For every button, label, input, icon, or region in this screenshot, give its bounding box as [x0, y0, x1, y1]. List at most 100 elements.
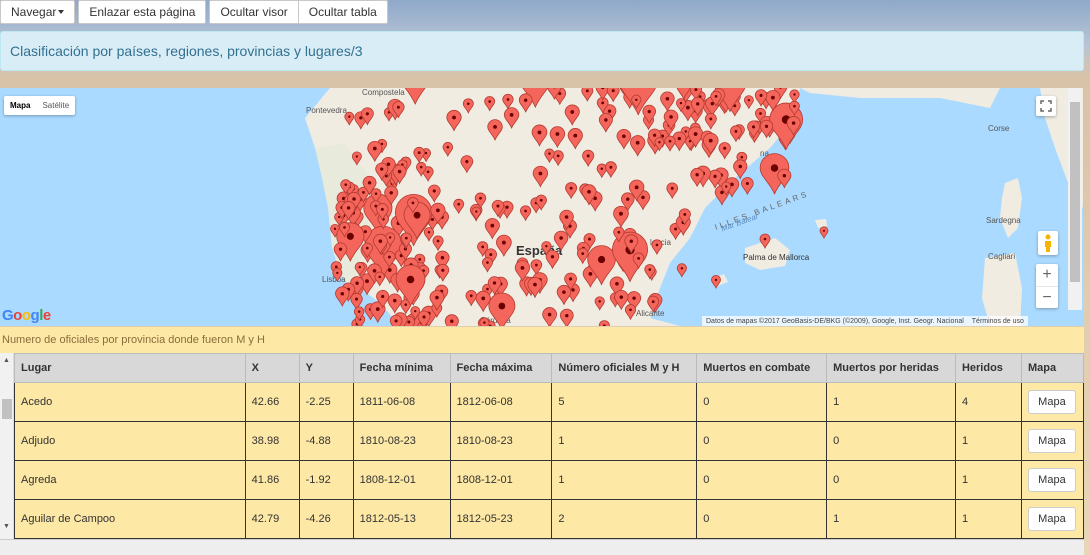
- map-marker-icon[interactable]: [743, 95, 754, 110]
- map-marker-icon[interactable]: [819, 226, 829, 239]
- map-marker-icon[interactable]: [542, 307, 557, 326]
- map-marker-icon[interactable]: [475, 290, 491, 313]
- table-scrollbar[interactable]: ▲ ▼: [0, 353, 14, 539]
- terms-link[interactable]: Términos de uso: [972, 318, 1024, 325]
- map-marker-icon[interactable]: [465, 290, 477, 307]
- map-marker-icon[interactable]: [460, 155, 474, 174]
- map-marker-icon[interactable]: [367, 141, 383, 163]
- map-marker-icon[interactable]: [666, 182, 679, 200]
- map-marker-icon[interactable]: [436, 263, 450, 282]
- map-marker-icon[interactable]: [374, 271, 385, 287]
- map-type-mapa[interactable]: Mapa: [4, 96, 36, 115]
- column-header[interactable]: Mapa: [1020, 353, 1084, 383]
- map-marker-icon[interactable]: [442, 141, 454, 157]
- mapa-button[interactable]: Mapa: [1027, 507, 1076, 531]
- map-marker-icon[interactable]: [759, 233, 771, 249]
- map-marker-icon[interactable]: [582, 149, 595, 168]
- map-marker-icon[interactable]: [444, 314, 459, 326]
- map-marker-icon[interactable]: [564, 104, 580, 126]
- map-marker-icon[interactable]: [344, 111, 355, 126]
- scroll-down-icon[interactable]: ▼: [3, 523, 10, 530]
- table-scrollbar-thumb[interactable]: [2, 399, 12, 419]
- map-marker-icon[interactable]: [598, 320, 610, 326]
- map-viewer[interactable]: Mapa Satélite Pontevedra Compostela Cors…: [0, 88, 1083, 326]
- map-marker-icon[interactable]: [387, 293, 402, 314]
- map-scrollbar[interactable]: [1068, 88, 1082, 310]
- map-marker-icon[interactable]: [567, 128, 583, 150]
- zoom-out-button[interactable]: −: [1036, 286, 1058, 308]
- column-header[interactable]: Número oficiales M y H: [551, 353, 698, 383]
- map-type-satelite[interactable]: Satélite: [36, 96, 75, 115]
- map-marker-icon[interactable]: [532, 165, 549, 188]
- map-marker-icon[interactable]: [518, 93, 533, 113]
- map-marker-icon[interactable]: [332, 267, 343, 283]
- map-marker-icon[interactable]: [527, 277, 543, 299]
- map-marker-icon[interactable]: [432, 235, 444, 252]
- map-marker-icon[interactable]: [479, 317, 490, 326]
- map-marker-icon[interactable]: [660, 91, 675, 113]
- map-marker-icon[interactable]: [351, 151, 362, 166]
- mapa-button[interactable]: Mapa: [1027, 390, 1076, 414]
- column-header[interactable]: Y: [298, 353, 354, 383]
- map-marker-icon[interactable]: [446, 109, 462, 132]
- map-marker-icon[interactable]: [484, 96, 496, 112]
- map-marker-icon[interactable]: [664, 135, 676, 152]
- map-marker-icon[interactable]: [733, 159, 748, 180]
- map-marker-icon[interactable]: [531, 124, 548, 147]
- map-marker-icon[interactable]: [624, 304, 637, 321]
- map-marker-icon[interactable]: [496, 234, 512, 257]
- map-marker-icon[interactable]: [594, 296, 605, 311]
- mapa-button[interactable]: Mapa: [1027, 468, 1076, 492]
- map-marker-icon[interactable]: [704, 113, 717, 130]
- person-icon[interactable]: [1038, 231, 1058, 255]
- zoom-in-button[interactable]: +: [1042, 264, 1051, 286]
- column-header[interactable]: Heridos: [954, 353, 1022, 383]
- map-marker-icon[interactable]: [604, 161, 617, 179]
- column-header[interactable]: Fecha máxima: [449, 353, 553, 383]
- ocultar-visor-button[interactable]: Ocultar visor: [209, 0, 299, 24]
- map-marker-icon[interactable]: [544, 148, 555, 164]
- ocultar-tabla-button[interactable]: Ocultar tabla: [298, 0, 388, 24]
- map-marker-icon[interactable]: [741, 177, 754, 196]
- horizontal-scrollbar[interactable]: [0, 539, 1084, 555]
- map-marker-icon[interactable]: [545, 249, 560, 270]
- map-marker-icon[interactable]: [565, 182, 578, 200]
- column-header[interactable]: X: [244, 353, 300, 383]
- map-marker-icon[interactable]: [606, 88, 620, 103]
- column-header[interactable]: Muertos en combate: [696, 353, 828, 383]
- map-marker-icon[interactable]: [559, 308, 574, 326]
- scrollbar-thumb[interactable]: [1070, 102, 1080, 282]
- map-marker-icon[interactable]: [389, 314, 403, 326]
- map-marker-icon[interactable]: [549, 126, 566, 149]
- map-marker-icon[interactable]: [482, 257, 493, 273]
- map-marker-icon[interactable]: [413, 146, 425, 164]
- map-marker-icon[interactable]: [335, 286, 350, 307]
- column-header[interactable]: Lugar: [14, 353, 246, 383]
- map-marker-icon[interactable]: [471, 206, 482, 221]
- map-marker-icon[interactable]: [553, 230, 569, 252]
- map-marker-icon[interactable]: [598, 112, 613, 133]
- map-marker-icon[interactable]: [576, 247, 589, 265]
- column-header[interactable]: Muertos por heridas: [826, 353, 956, 383]
- map-marker-icon[interactable]: [519, 205, 532, 222]
- map-marker-icon[interactable]: [581, 88, 594, 102]
- column-header[interactable]: Fecha mínima: [352, 353, 451, 383]
- map-marker-icon[interactable]: [488, 292, 516, 326]
- enlazar-button[interactable]: Enlazar esta página: [78, 0, 207, 24]
- map-marker-icon[interactable]: [484, 218, 500, 240]
- map-marker-icon[interactable]: [613, 205, 629, 229]
- navegar-dropdown[interactable]: Navegar: [0, 0, 76, 24]
- map-marker-icon[interactable]: [487, 119, 503, 141]
- map-marker-icon[interactable]: [616, 128, 632, 150]
- map-marker-icon[interactable]: [676, 263, 687, 278]
- map-marker-icon[interactable]: [730, 125, 742, 143]
- map-marker-icon[interactable]: [718, 142, 731, 160]
- map-marker-icon[interactable]: [651, 239, 663, 256]
- map-marker-icon[interactable]: [423, 227, 435, 242]
- map-marker-icon[interactable]: [630, 135, 646, 157]
- map-marker-icon[interactable]: [462, 98, 474, 114]
- map-marker-icon[interactable]: [396, 88, 434, 105]
- fullscreen-icon[interactable]: [1036, 96, 1056, 116]
- mapa-button[interactable]: Mapa: [1027, 429, 1076, 453]
- map-marker-icon[interactable]: [333, 242, 348, 262]
